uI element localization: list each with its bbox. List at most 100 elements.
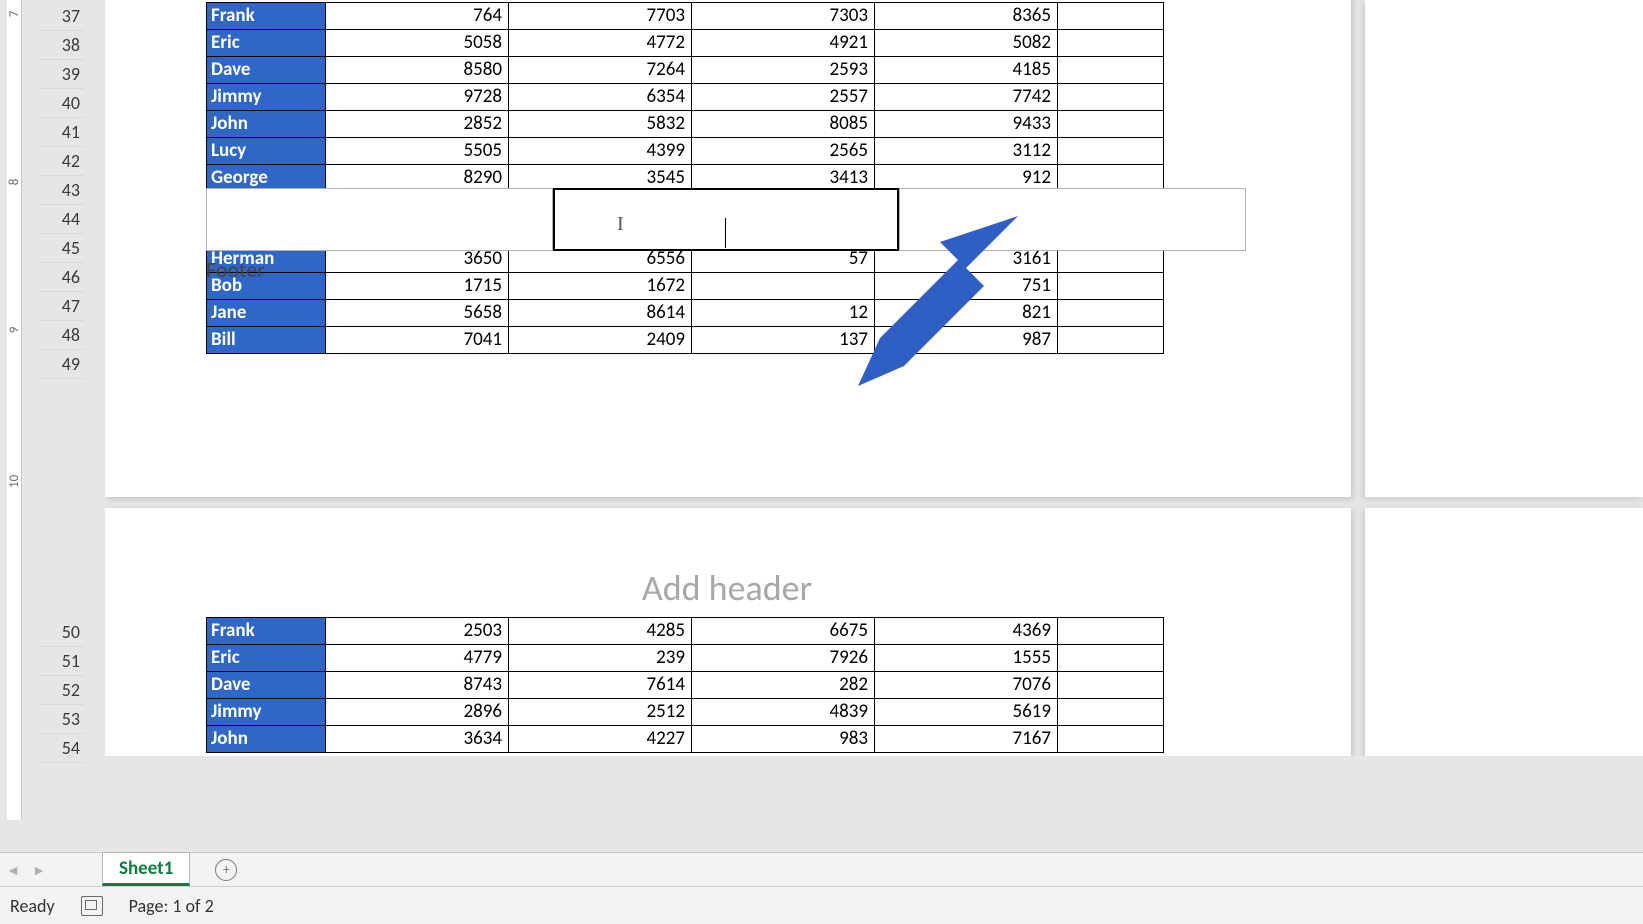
cell-empty[interactable] [1058, 273, 1164, 300]
cell-value[interactable]: 4772 [509, 30, 692, 57]
cell-name[interactable]: Frank [207, 3, 326, 30]
table-row[interactable]: Jimmy9728635425577742 [207, 84, 1164, 111]
cell-value[interactable]: 4399 [509, 138, 692, 165]
row-header[interactable]: 49 [40, 350, 84, 379]
table-row[interactable]: Dave8580726425934185 [207, 57, 1164, 84]
cell-empty[interactable] [1058, 84, 1164, 111]
sheet-tab-active[interactable]: Sheet1 [102, 852, 190, 886]
row-header[interactable]: 48 [40, 321, 84, 350]
cell-value[interactable]: 8580 [326, 57, 509, 84]
cell-value[interactable]: 5505 [326, 138, 509, 165]
cell-name[interactable]: Eric [207, 30, 326, 57]
table-row[interactable]: Jimmy2896251248395619 [207, 699, 1164, 726]
cell-empty[interactable] [1058, 30, 1164, 57]
data-table-bottom[interactable]: Frank2503428566754369Eric477923979261555… [206, 617, 1164, 753]
cell-value[interactable]: 9728 [326, 84, 509, 111]
row-header[interactable]: 37 [40, 2, 84, 31]
footer-section-left[interactable] [206, 188, 553, 251]
macro-record-icon[interactable] [81, 896, 103, 916]
cell-value[interactable]: 137 [692, 327, 875, 354]
cell-value[interactable]: 1555 [875, 645, 1058, 672]
add-header-prompt[interactable]: Add header [206, 566, 1248, 610]
cell-value[interactable]: 2852 [326, 111, 509, 138]
cell-name[interactable]: Frank [207, 618, 326, 645]
cell-value[interactable]: 7167 [875, 726, 1058, 753]
footer-edit-area[interactable]: I [206, 188, 1246, 253]
cell-empty[interactable] [1058, 3, 1164, 30]
cell-value[interactable]: 7303 [692, 3, 875, 30]
row-header[interactable]: 46 [40, 263, 84, 292]
cell-name[interactable]: Eric [207, 645, 326, 672]
cell-name[interactable]: Jane [207, 300, 326, 327]
cell-value[interactable]: 8743 [326, 672, 509, 699]
row-header[interactable]: 45 [40, 234, 84, 263]
row-header[interactable]: 52 [40, 676, 84, 705]
cell-name[interactable]: Lucy [207, 138, 326, 165]
cell-empty[interactable] [1058, 645, 1164, 672]
cell-name[interactable]: John [207, 111, 326, 138]
cell-value[interactable]: 4227 [509, 726, 692, 753]
cell-value[interactable]: 5832 [509, 111, 692, 138]
cell-value[interactable]: 4369 [875, 618, 1058, 645]
cell-value[interactable]: 6675 [692, 618, 875, 645]
cell-name[interactable]: Bill [207, 327, 326, 354]
table-row[interactable]: Frank764770373038365 [207, 3, 1164, 30]
table-row[interactable]: Dave874376142827076 [207, 672, 1164, 699]
cell-value[interactable]: 983 [692, 726, 875, 753]
cell-value[interactable]: 239 [509, 645, 692, 672]
cell-name[interactable]: Jimmy [207, 699, 326, 726]
cell-value[interactable]: 5082 [875, 30, 1058, 57]
row-header[interactable]: 38 [40, 31, 84, 60]
tab-nav-next-icon[interactable]: ► [26, 853, 52, 887]
table-row[interactable]: John363442279837167 [207, 726, 1164, 753]
cell-empty[interactable] [1058, 618, 1164, 645]
cell-value[interactable]: 4185 [875, 57, 1058, 84]
cell-value[interactable]: 282 [692, 672, 875, 699]
cell-value[interactable]: 7926 [692, 645, 875, 672]
cell-value[interactable]: 7614 [509, 672, 692, 699]
cell-value[interactable]: 2503 [326, 618, 509, 645]
cell-value[interactable]: 4285 [509, 618, 692, 645]
cell-value[interactable]: 12 [692, 300, 875, 327]
cell-value[interactable]: 2896 [326, 699, 509, 726]
cell-value[interactable]: 2557 [692, 84, 875, 111]
row-header[interactable]: 51 [40, 647, 84, 676]
cell-value[interactable]: 3112 [875, 138, 1058, 165]
cell-empty[interactable] [1058, 726, 1164, 753]
cell-value[interactable]: 1715 [326, 273, 509, 300]
cell-name[interactable]: Jimmy [207, 84, 326, 111]
cell-empty[interactable] [1058, 138, 1164, 165]
row-header[interactable]: 50 [40, 618, 84, 647]
cell-value[interactable]: 764 [326, 3, 509, 30]
cell-value[interactable]: 4779 [326, 645, 509, 672]
table-row[interactable]: Frank2503428566754369 [207, 618, 1164, 645]
tab-nav-prev-icon[interactable]: ◄ [0, 853, 26, 887]
cell-empty[interactable] [1058, 699, 1164, 726]
cell-value[interactable]: 2593 [692, 57, 875, 84]
cell-empty[interactable] [1058, 327, 1164, 354]
table-row[interactable]: Eric5058477249215082 [207, 30, 1164, 57]
cell-value[interactable]: 1672 [509, 273, 692, 300]
cell-value[interactable] [692, 273, 875, 300]
cell-empty[interactable] [1058, 111, 1164, 138]
table-row[interactable]: John2852583280859433 [207, 111, 1164, 138]
cell-value[interactable]: 8085 [692, 111, 875, 138]
row-header[interactable]: 42 [40, 147, 84, 176]
cell-empty[interactable] [1058, 672, 1164, 699]
cell-value[interactable]: 5058 [326, 30, 509, 57]
cell-value[interactable]: 5658 [326, 300, 509, 327]
row-header[interactable]: 44 [40, 205, 84, 234]
cell-value[interactable]: 2512 [509, 699, 692, 726]
cell-value[interactable]: 4839 [692, 699, 875, 726]
cell-value[interactable]: 9433 [875, 111, 1058, 138]
row-header[interactable]: 40 [40, 89, 84, 118]
footer-section-center[interactable] [553, 188, 899, 251]
cell-name[interactable]: John [207, 726, 326, 753]
cell-value[interactable]: 7703 [509, 3, 692, 30]
row-header[interactable]: 41 [40, 118, 84, 147]
cell-value[interactable]: 8614 [509, 300, 692, 327]
cell-value[interactable]: 7041 [326, 327, 509, 354]
cell-value[interactable]: 7264 [509, 57, 692, 84]
add-sheet-button[interactable]: + [208, 853, 244, 887]
cell-value[interactable]: 2409 [509, 327, 692, 354]
